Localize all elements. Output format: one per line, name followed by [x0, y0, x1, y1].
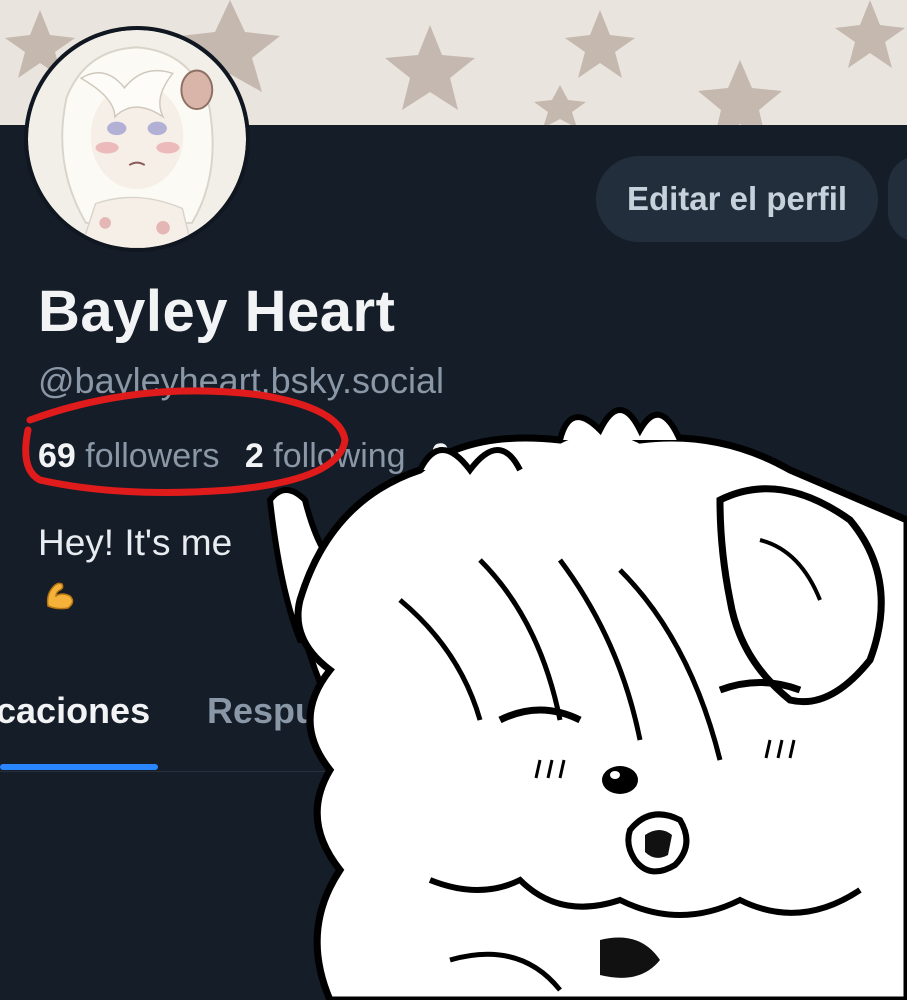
followers-stat[interactable]: 69 followers	[38, 437, 227, 475]
active-tab-indicator	[0, 764, 158, 770]
handle: @bayleyheart.bsky.social	[38, 360, 445, 401]
avatar[interactable]	[24, 26, 250, 252]
following-count: 2	[244, 437, 264, 475]
posts-count: 0	[431, 437, 450, 475]
display-name: Bayley Heart	[38, 279, 396, 344]
edit-profile-button[interactable]: Editar el perfil	[596, 156, 878, 242]
posts-stat: 0 posts	[431, 437, 549, 475]
tab-posts[interactable]: caciones	[0, 690, 150, 732]
tab-replies[interactable]: Respu	[207, 690, 317, 732]
profile-tabs: caciones Respu	[0, 690, 907, 772]
following-label: following	[273, 437, 406, 475]
bio-text: Hey! It's me	[38, 522, 233, 563]
profile-stats: 69 followers 2 following 0 posts	[38, 437, 557, 476]
flexed-biceps-icon	[46, 582, 74, 610]
posts-label: posts	[459, 437, 541, 475]
followers-count: 69	[38, 437, 76, 475]
following-stat[interactable]: 2 following	[245, 437, 414, 475]
tab-divider	[0, 771, 907, 772]
followers-label: followers	[85, 437, 220, 475]
